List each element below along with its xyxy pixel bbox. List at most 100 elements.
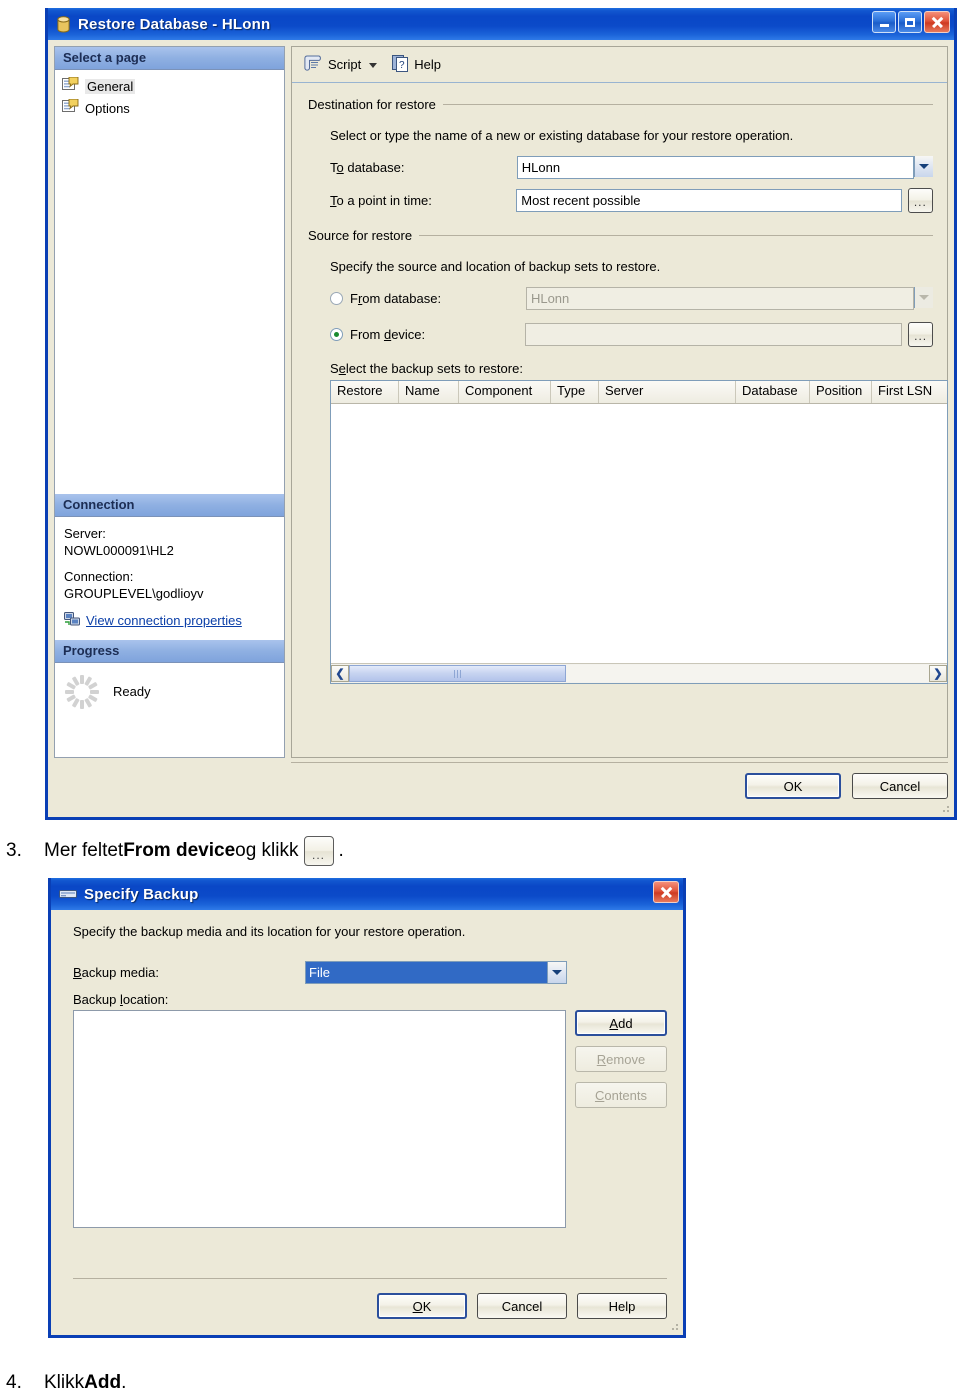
step-4-number: 4. xyxy=(6,1372,22,1393)
backup-location-list[interactable] xyxy=(73,1010,566,1228)
column-restore[interactable]: Restore xyxy=(331,381,399,403)
chevron-down-icon[interactable] xyxy=(369,63,378,68)
restore-dialog-title: Restore Database - HLonn xyxy=(78,15,271,33)
select-a-page-header: Select a page xyxy=(55,47,284,70)
backup-media-value[interactable]: File xyxy=(306,962,547,983)
remove-button-label: Remove xyxy=(596,1051,646,1067)
connection-header: Connection xyxy=(55,494,284,517)
to-point-in-time-input[interactable]: Most recent possible xyxy=(516,189,902,212)
column-first-lsn[interactable]: First LSN xyxy=(872,381,946,403)
help-button[interactable]: ? Help xyxy=(392,54,441,75)
step-3-ellipsis-button-glyph: ... xyxy=(303,836,334,866)
destination-group-title: Destination for restore xyxy=(308,97,933,112)
backup-media-icon xyxy=(59,888,77,901)
spinner-icon xyxy=(65,674,99,709)
ok-button[interactable]: OK xyxy=(377,1293,467,1319)
contents-button-label: Contents xyxy=(594,1087,648,1103)
source-hint: Specify the source and location of backu… xyxy=(330,259,661,274)
maximize-icon[interactable] xyxy=(898,11,922,33)
chevron-down-icon xyxy=(914,287,933,308)
ok-button-label: OK xyxy=(412,1298,432,1314)
step-4: 4. Klikk Add . xyxy=(6,1372,126,1394)
sidebar-item-options[interactable]: Options xyxy=(55,97,284,119)
column-position[interactable]: Position xyxy=(810,381,872,403)
cancel-button[interactable]: Cancel xyxy=(852,773,948,799)
scrollbar-thumb[interactable] xyxy=(349,665,566,682)
column-component[interactable]: Component xyxy=(459,381,551,403)
column-name[interactable]: Name xyxy=(399,381,459,403)
specify-dialog-titlebar[interactable]: Specify Backup xyxy=(51,878,683,910)
connection-info: Server: NOWL000091\HL2 Connection: GROUP… xyxy=(55,517,284,640)
from-database-label: From database: xyxy=(350,291,442,306)
sidebar-item-general[interactable]: General xyxy=(55,75,284,97)
sidebar-item-options-label: Options xyxy=(85,100,130,116)
add-button[interactable]: Add xyxy=(575,1010,667,1036)
minimize-icon[interactable] xyxy=(872,11,896,33)
restore-dialog-button-bar: OK Cancel xyxy=(291,762,948,809)
chevron-left-icon[interactable]: ❮ xyxy=(331,665,349,682)
restore-database-dialog: Restore Database - HLonn Select a page G… xyxy=(45,8,957,820)
connection-value: GROUPLEVEL\godlioyv xyxy=(64,586,204,602)
backup-sets-grid[interactable]: Restore Name Component Type Server Datab… xyxy=(330,380,948,684)
script-button[interactable]: Script xyxy=(304,55,383,75)
to-database-combo[interactable]: HLonn xyxy=(516,156,933,179)
view-connection-properties-row[interactable]: View connection properties xyxy=(64,611,275,630)
cancel-button[interactable]: Cancel xyxy=(477,1293,567,1319)
help-button[interactable]: Help xyxy=(577,1293,667,1319)
to-point-in-time-row: To a point in time: Most recent possible… xyxy=(330,188,933,213)
database-icon xyxy=(56,15,71,33)
chevron-down-icon[interactable] xyxy=(914,156,933,177)
column-database[interactable]: Database xyxy=(736,381,810,403)
from-device-row[interactable]: From device: ... xyxy=(330,322,933,347)
from-database-row[interactable]: From database: HLonn xyxy=(330,287,933,310)
step-3-bold: From device xyxy=(123,840,236,861)
page-icon xyxy=(62,76,79,95)
backup-media-row: Backup media: File xyxy=(73,961,667,984)
backup-sets-grid-body[interactable] xyxy=(331,404,947,663)
view-connection-properties-link[interactable]: View connection properties xyxy=(86,612,242,629)
page-list: General Options xyxy=(55,70,284,119)
resize-grip[interactable] xyxy=(668,1320,680,1332)
connection-label: Connection: xyxy=(64,569,134,585)
close-icon[interactable] xyxy=(653,881,679,903)
source-group-label: Source for restore xyxy=(308,228,413,243)
restore-content-pane: Script ? Help Destination for restore Se… xyxy=(291,46,948,758)
chevron-right-icon[interactable]: ❯ xyxy=(929,665,947,682)
caption-buttons xyxy=(653,881,679,903)
chevron-down-icon[interactable] xyxy=(547,962,566,983)
step-4-bold: Add xyxy=(84,1372,122,1393)
resize-grip[interactable] xyxy=(939,802,951,814)
to-database-label: To database: xyxy=(330,160,405,175)
from-device-label: From device: xyxy=(350,327,426,342)
from-device-browse-button[interactable]: ... xyxy=(908,322,933,347)
remove-button: Remove xyxy=(575,1046,667,1072)
to-point-in-time-label: To a point in time: xyxy=(330,193,432,208)
ok-button[interactable]: OK xyxy=(745,773,841,799)
scrollbar-track[interactable] xyxy=(349,665,929,682)
close-icon[interactable] xyxy=(924,11,950,33)
from-database-radio[interactable] xyxy=(330,292,343,305)
step-3-text-after: og klikk xyxy=(235,840,299,861)
destination-hint: Select or type the name of a new or exis… xyxy=(330,128,794,143)
group-rule xyxy=(442,104,933,105)
backup-sets-label: Select the backup sets to restore: xyxy=(330,361,523,376)
restore-dialog-titlebar[interactable]: Restore Database - HLonn xyxy=(48,8,954,40)
step-3-text-before: Mer feltet xyxy=(44,840,124,861)
backup-sets-horizontal-scrollbar[interactable]: ❮ ❯ xyxy=(331,663,947,683)
column-server[interactable]: Server xyxy=(599,381,736,403)
from-database-input: HLonn xyxy=(525,287,914,310)
specify-backup-description: Specify the backup media and its locatio… xyxy=(73,924,466,939)
step-4-text-before: Klikk xyxy=(44,1372,85,1393)
backup-media-combo[interactable]: File xyxy=(305,961,567,984)
sidebar-item-general-label: General xyxy=(85,78,136,94)
to-database-row: To database: HLonn xyxy=(330,156,933,179)
column-type[interactable]: Type xyxy=(551,381,599,403)
step-3-number: 3. xyxy=(6,840,22,861)
server-value: NOWL000091\HL2 xyxy=(64,543,174,559)
script-label: Script xyxy=(328,57,362,72)
to-database-input[interactable]: HLonn xyxy=(516,156,914,179)
step-3: 3. Mer feltet From device og klikk ... . xyxy=(6,836,344,866)
to-point-in-time-browse-button[interactable]: ... xyxy=(907,188,933,213)
from-device-radio[interactable] xyxy=(330,328,343,341)
from-device-input[interactable] xyxy=(525,323,903,346)
